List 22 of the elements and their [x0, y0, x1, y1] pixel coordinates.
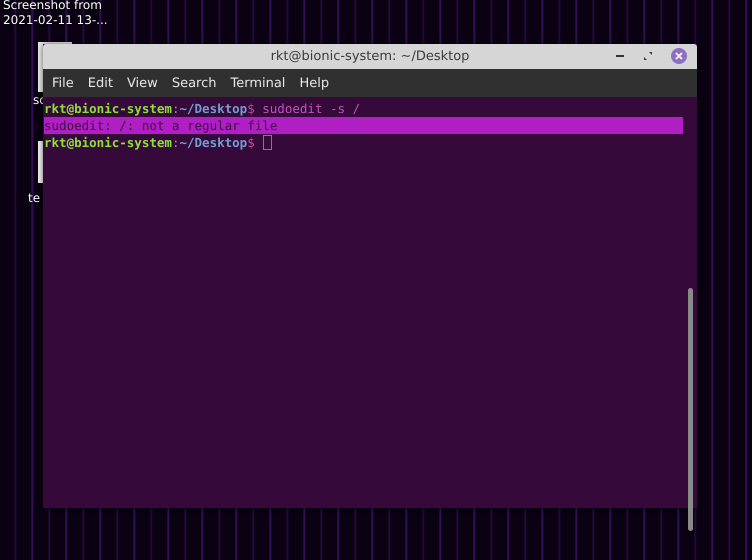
menu-item[interactable]: File: [51, 76, 81, 90]
file-label[interactable]: Screenshot from 2021-02-11 13-...: [3, 0, 108, 28]
window-title: rkt@bionic-system: ~/Desktop: [270, 49, 470, 64]
prompt-user-host: rkt@bionic-system: [44, 101, 172, 116]
menu-item[interactable]: Edit: [86, 76, 120, 90]
prompt-separator: :: [172, 135, 180, 150]
prompt-path: ~/Desktop: [179, 135, 248, 150]
menu-item[interactable]: Help: [298, 76, 336, 90]
prompt-user-host: rkt@bionic-system: [44, 135, 172, 150]
close-icon[interactable]: [671, 48, 687, 64]
prompt-symbol: $: [247, 135, 255, 150]
maximize-icon[interactable]: [643, 51, 653, 61]
menu-item[interactable]: Search: [170, 76, 224, 90]
prompt-separator: :: [172, 101, 180, 116]
prompt-symbol: $: [247, 101, 255, 116]
menu-item[interactable]: View: [126, 76, 165, 90]
scrollbar[interactable]: [688, 288, 693, 531]
prompt-path: ~/Desktop: [179, 101, 248, 116]
menu-item[interactable]: Terminal: [229, 76, 292, 90]
file-label[interactable]: te: [28, 191, 40, 206]
output-text: sudoedit: /: not a regular file: [44, 118, 278, 133]
command-text: sudoedit -s /: [261, 101, 360, 116]
